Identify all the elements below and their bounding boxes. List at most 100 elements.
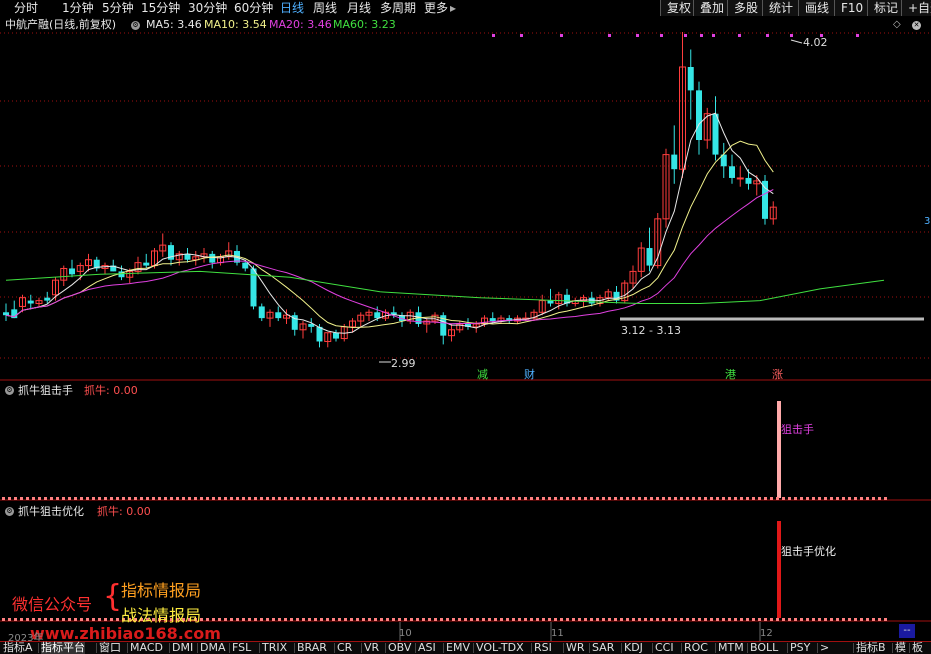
panel2-dot — [848, 618, 851, 621]
panel1-dot — [488, 497, 491, 500]
panel1-dot — [8, 497, 11, 500]
panel2-dot — [746, 618, 749, 621]
indicator-tab-10[interactable]: VR — [364, 642, 379, 654]
panel2-dot — [698, 618, 701, 621]
bottom-right-box[interactable]: -- — [899, 624, 915, 638]
indicator-tab-24[interactable]: > — [820, 642, 829, 654]
top-marker-dot — [766, 34, 769, 37]
panel1-dot — [872, 497, 875, 500]
indicator-tab-7[interactable]: TRIX — [262, 642, 287, 654]
tab-separator — [531, 643, 532, 653]
indicator-tab-1[interactable]: 指标平台 — [41, 642, 85, 654]
indicator-tab-2[interactable]: 窗口 — [99, 642, 121, 654]
indicator-tab-6[interactable]: FSL — [232, 642, 251, 654]
candle-body — [762, 180, 768, 219]
panel2-dot — [542, 618, 545, 621]
panel1-dot — [416, 497, 419, 500]
panel2-dot — [218, 618, 221, 621]
panel1-dot — [428, 497, 431, 500]
panel2-dot — [560, 618, 563, 621]
panel2-dot — [344, 618, 347, 621]
tab-separator — [909, 643, 910, 653]
panel2-dot — [416, 618, 419, 621]
panel1-dot — [746, 497, 749, 500]
indicator-tab-25[interactable]: 指标B — [856, 642, 886, 654]
indicator-tab-12[interactable]: ASI — [418, 642, 436, 654]
panel2-dot — [410, 618, 413, 621]
candle-body — [696, 90, 702, 140]
tab-separator — [892, 643, 893, 653]
panel2-dot — [674, 618, 677, 621]
panel1-dot — [26, 497, 29, 500]
panel2-dot — [860, 618, 863, 621]
indicator-tab-27[interactable]: 板 — [912, 642, 923, 654]
panel1-dot — [842, 497, 845, 500]
panel2-dot — [290, 618, 293, 621]
panel2-dot — [236, 618, 239, 621]
candle-body — [316, 326, 323, 342]
indicator-tab-15[interactable]: RSI — [534, 642, 552, 654]
panel2-dot — [704, 618, 707, 621]
panel2-dot — [830, 618, 833, 621]
candle-body — [242, 262, 249, 269]
indicator-tab-22[interactable]: BOLL — [750, 642, 778, 654]
indicator-tab-3[interactable]: MACD — [130, 642, 163, 654]
candle-body — [69, 268, 75, 275]
indicator-tab-23[interactable]: PSY — [790, 642, 810, 654]
panel1-dot — [812, 497, 815, 500]
panel2-dot — [284, 618, 287, 621]
panel1-dot — [578, 497, 581, 500]
panel1-dot — [110, 497, 113, 500]
indicator-tab-20[interactable]: ROC — [684, 642, 708, 654]
panel2-dot — [266, 618, 269, 621]
panel2-dot — [278, 618, 281, 621]
indicator-tab-16[interactable]: WR — [566, 642, 585, 654]
panel2-settings-icon[interactable]: ⚙ — [5, 507, 14, 516]
panel2-dot — [710, 618, 713, 621]
panel2-dot — [716, 618, 719, 621]
panel1-dot — [614, 497, 617, 500]
indicator-tab-5[interactable]: DMA — [200, 642, 226, 654]
panel2-dot — [260, 618, 263, 621]
indicator-tab-13[interactable]: EMV — [446, 642, 470, 654]
indicator-tab-26[interactable]: 模 — [895, 642, 906, 654]
panel1-dot — [272, 497, 275, 500]
panel1-dot — [692, 497, 695, 500]
panel1-dot — [392, 497, 395, 500]
panel1-settings-icon[interactable]: ⚙ — [5, 386, 14, 395]
tab-separator — [96, 643, 97, 653]
panel1-dot — [440, 497, 443, 500]
indicator-tab-11[interactable]: OBV — [388, 642, 411, 654]
candle-body — [275, 312, 282, 319]
indicator-tab-8[interactable]: BRAR — [297, 642, 327, 654]
indicator-tab-bar: 指标A 指标平台 窗口 MACD DMI DMA FSL TRIX BRAR CR VR OBV ASI… — [0, 641, 931, 654]
panel2-dot — [380, 618, 383, 621]
panel1-dot — [830, 497, 833, 500]
panel1-dot — [506, 497, 509, 500]
indicator-tab-21[interactable]: MTM — [718, 642, 744, 654]
panel2-dot — [512, 618, 515, 621]
indicator-tab-17[interactable]: SAR — [592, 642, 614, 654]
indicator-tab-4[interactable]: DMI — [172, 642, 193, 654]
indicator-tab-19[interactable]: CCI — [655, 642, 674, 654]
panel1-dot — [716, 497, 719, 500]
panel1-dot — [560, 497, 563, 500]
panel1-dot — [686, 497, 689, 500]
indicator-tab-18[interactable]: KDJ — [624, 642, 643, 654]
indicator-tab-0[interactable]: 指标A — [3, 642, 33, 654]
candle-body — [745, 177, 752, 184]
panel2-dot — [752, 618, 755, 621]
panel1-dot — [296, 497, 299, 500]
indicator-tab-14[interactable]: VOL-TDX — [476, 642, 524, 654]
panel1-dot — [668, 497, 671, 500]
panel2-dot — [356, 618, 359, 621]
panel1-dot — [44, 497, 47, 500]
panel1-dot — [854, 497, 857, 500]
panel1-dot — [776, 497, 779, 500]
panel2-dot — [638, 618, 641, 621]
panel1-dot — [548, 497, 551, 500]
indicator-tab-9[interactable]: CR — [337, 642, 352, 654]
panel2-dot — [404, 618, 407, 621]
panel1-dot — [74, 497, 77, 500]
tab-separator — [681, 643, 682, 653]
